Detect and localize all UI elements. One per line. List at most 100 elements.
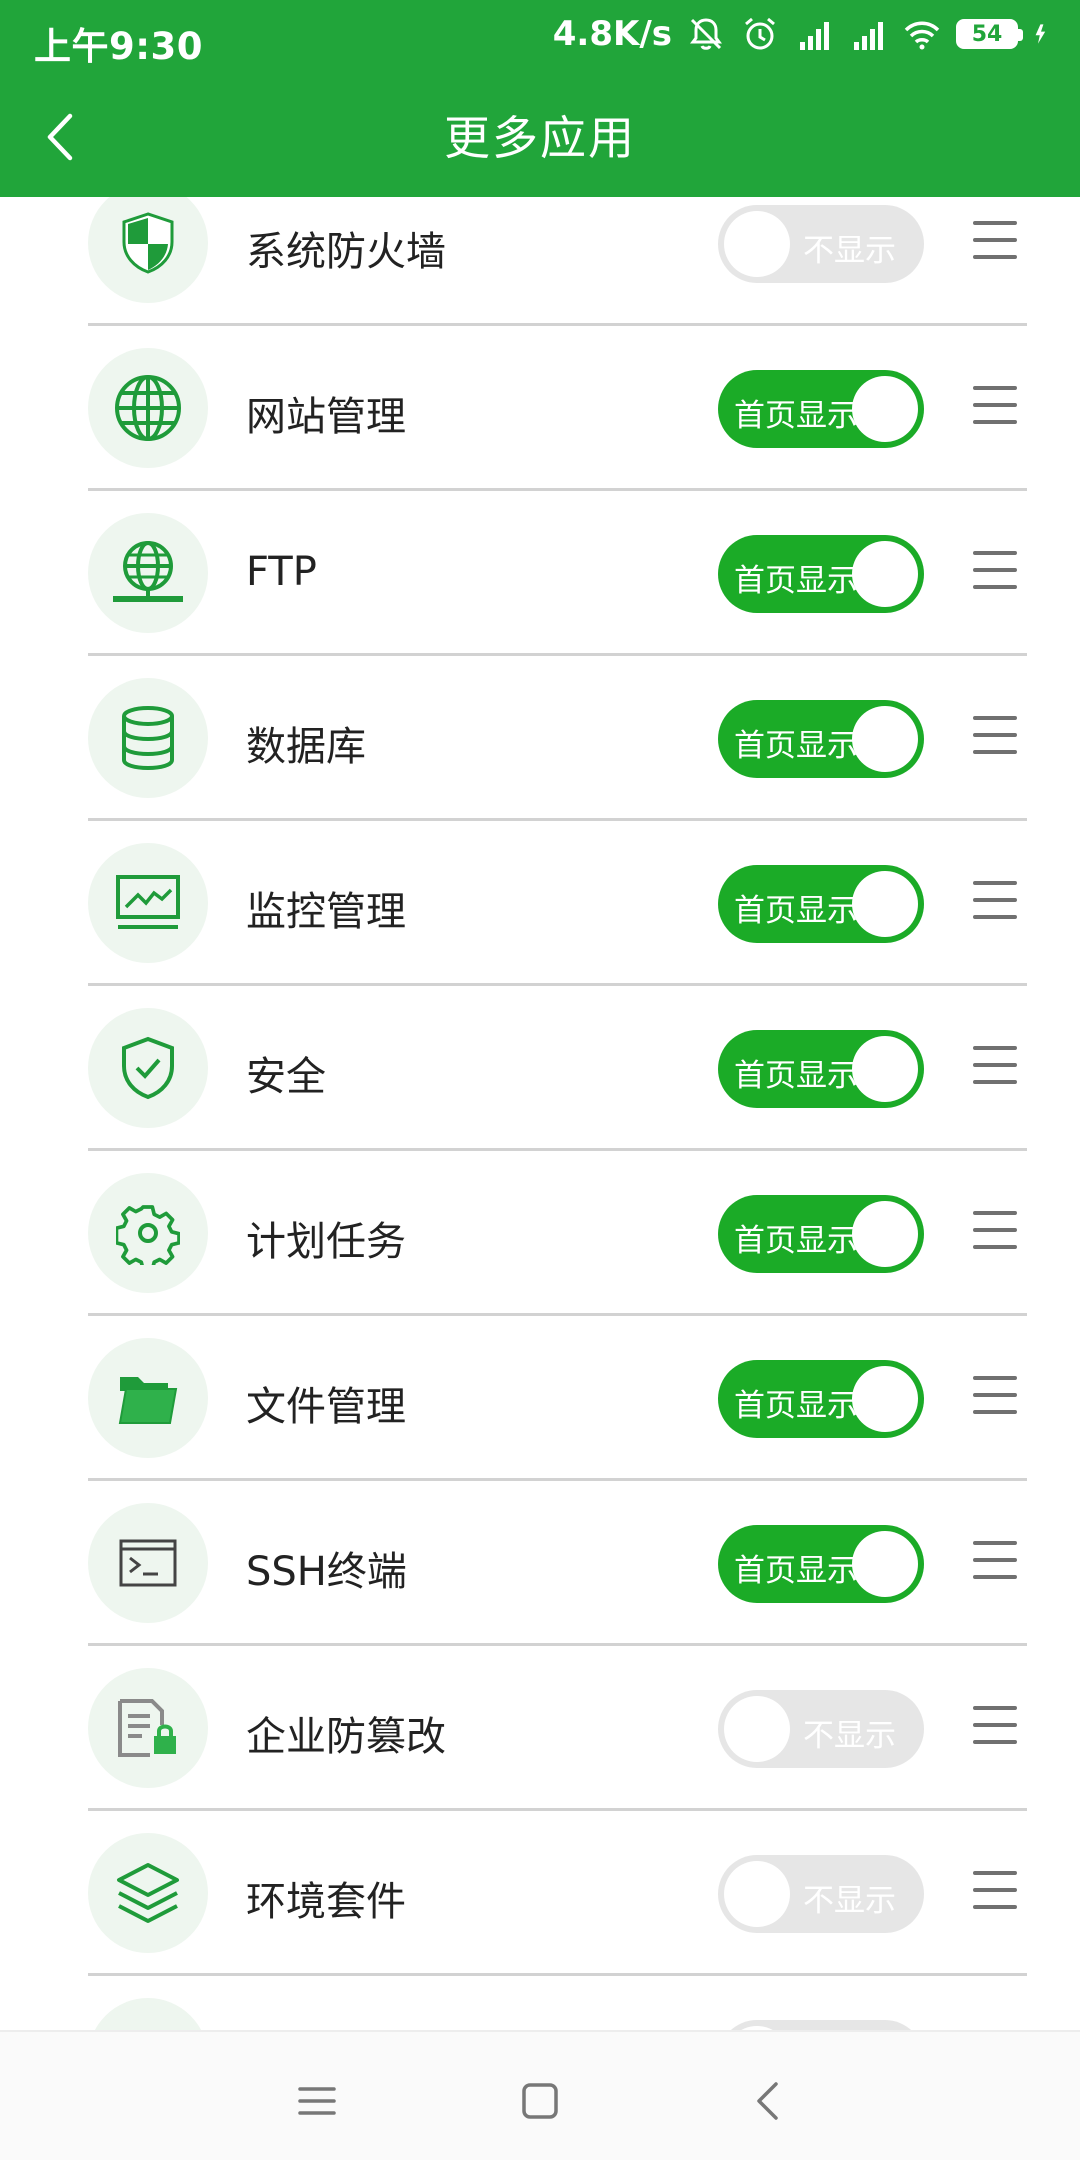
toggle-knob <box>852 706 918 772</box>
ftp-globe-icon <box>113 541 183 602</box>
toggle-text: 首页显示 <box>734 563 858 599</box>
item-icon-container <box>88 348 208 468</box>
list-item[interactable]: 企业防篡改 不显示 <box>0 1646 1080 1811</box>
item-icon-container <box>88 1668 208 1788</box>
signal-hd-2-icon <box>854 22 883 50</box>
display-toggle[interactable]: 首页显示 <box>718 1030 924 1108</box>
back-nav-icon[interactable] <box>744 2076 794 2126</box>
toggle-knob <box>724 1696 790 1762</box>
list-item[interactable]: 网站管理 首页显示 <box>0 326 1080 491</box>
system-nav-bar <box>0 2030 1080 2160</box>
item-icon-container <box>88 1833 208 1953</box>
alarm-icon <box>745 17 775 50</box>
display-toggle[interactable]: 首页显示 <box>718 700 924 778</box>
toggle-text: 首页显示 <box>734 1058 858 1094</box>
list-item[interactable]: 数据库 首页显示 <box>0 656 1080 821</box>
item-label: 计划任务 <box>246 1219 406 1265</box>
app-list: 系统防火墙 不显示 网站管理 首页显示 FTP 首页显示 数据库 首页显示 监控… <box>0 197 1080 2030</box>
toggle-text: 不显示 <box>803 1718 896 1754</box>
item-label: 数据库 <box>246 724 366 770</box>
toggle-text: 首页显示 <box>734 398 858 434</box>
toggle-knob <box>852 1201 918 1267</box>
toggle-knob <box>852 1366 918 1432</box>
top-bar: 上午9:30 4.8K/s 54 更多应用 <box>0 0 1080 197</box>
drag-handle-icon[interactable] <box>973 1376 1017 1416</box>
item-icon-container <box>88 1173 208 1293</box>
item-label: FTP <box>246 549 317 595</box>
firewall-shield-icon <box>122 212 174 274</box>
drag-handle-icon[interactable] <box>973 386 1017 426</box>
status-bar: 上午9:30 4.8K/s 54 <box>0 0 1080 76</box>
toggle-knob <box>852 376 918 442</box>
monitor-chart-icon <box>116 875 180 929</box>
gear-icon <box>116 1205 180 1265</box>
menu-nav-icon[interactable] <box>292 2076 342 2126</box>
toggle-knob <box>724 1861 790 1927</box>
drag-handle-icon[interactable] <box>973 1706 1017 1746</box>
item-label: SSH终端 <box>246 1549 407 1595</box>
item-icon-container <box>88 1503 208 1623</box>
drag-handle-icon[interactable] <box>973 221 1017 261</box>
display-toggle[interactable] <box>718 2020 924 2030</box>
toggle-knob <box>724 211 790 277</box>
list-item[interactable]: SSH终端 首页显示 <box>0 1481 1080 1646</box>
item-icon-container <box>88 197 208 303</box>
display-toggle[interactable]: 首页显示 <box>718 535 924 613</box>
drag-handle-icon[interactable] <box>973 1541 1017 1581</box>
item-label: 文件管理 <box>246 1384 406 1430</box>
item-icon-container <box>88 1008 208 1128</box>
shield-check-icon <box>122 1036 174 1100</box>
list-item[interactable] <box>0 1976 1080 2030</box>
home-nav-icon[interactable] <box>515 2076 565 2126</box>
toggle-text: 不显示 <box>803 1883 896 1919</box>
display-toggle[interactable]: 首页显示 <box>718 865 924 943</box>
list-item[interactable]: FTP 首页显示 <box>0 491 1080 656</box>
toggle-knob <box>852 541 918 607</box>
status-icons: 4.8K/s 54 <box>553 14 1056 54</box>
toggle-text: 首页显示 <box>734 1388 858 1424</box>
drag-handle-icon[interactable] <box>973 1046 1017 1086</box>
database-icon <box>122 706 174 770</box>
app-header: 更多应用 <box>0 76 1080 197</box>
drag-handle-icon[interactable] <box>973 716 1017 756</box>
drag-handle-icon[interactable] <box>973 1211 1017 1251</box>
list-item[interactable]: 安全 首页显示 <box>0 986 1080 1151</box>
list-item[interactable]: 系统防火墙 不显示 <box>0 197 1080 326</box>
status-time: 上午9:30 <box>34 25 204 68</box>
list-item[interactable]: 环境套件 不显示 <box>0 1811 1080 1976</box>
page-title: 更多应用 <box>444 111 636 165</box>
wifi-icon <box>904 21 940 50</box>
drag-handle-icon[interactable] <box>973 881 1017 921</box>
display-toggle[interactable]: 首页显示 <box>718 1525 924 1603</box>
bell-muted-icon <box>690 18 722 50</box>
item-icon-container <box>88 1338 208 1458</box>
folder-icon <box>118 1377 178 1424</box>
item-label: 监控管理 <box>246 889 406 935</box>
toggle-text: 不显示 <box>803 233 896 269</box>
drag-handle-icon[interactable] <box>973 1871 1017 1911</box>
display-toggle[interactable]: 不显示 <box>718 205 924 283</box>
toggle-text: 首页显示 <box>734 1553 858 1589</box>
app-screen: 上午9:30 4.8K/s 54 更多应用 系统防火墙 不显示 网站管理 首页显… <box>0 0 1080 2160</box>
display-toggle[interactable]: 首页显示 <box>718 1360 924 1438</box>
item-label: 企业防篡改 <box>246 1714 446 1760</box>
battery-indicator: 54 <box>956 19 1023 49</box>
item-icon-container <box>88 678 208 798</box>
display-toggle[interactable]: 不显示 <box>718 1855 924 1933</box>
item-icon-container <box>88 1998 208 2030</box>
display-toggle[interactable]: 首页显示 <box>718 370 924 448</box>
drag-handle-icon[interactable] <box>973 551 1017 591</box>
item-label: 环境套件 <box>246 1879 406 1925</box>
list-item[interactable]: 监控管理 首页显示 <box>0 821 1080 986</box>
item-label: 安全 <box>246 1054 326 1100</box>
toggle-text: 首页显示 <box>734 728 858 764</box>
toggle-knob <box>852 1036 918 1102</box>
list-item[interactable]: 文件管理 首页显示 <box>0 1316 1080 1481</box>
toggle-text: 首页显示 <box>734 893 858 929</box>
document-lock-icon <box>118 1699 176 1757</box>
item-icon-container <box>88 513 208 633</box>
display-toggle[interactable]: 不显示 <box>718 1690 924 1768</box>
display-toggle[interactable]: 首页显示 <box>718 1195 924 1273</box>
charging-icon <box>1035 24 1046 44</box>
list-item[interactable]: 计划任务 首页显示 <box>0 1151 1080 1316</box>
